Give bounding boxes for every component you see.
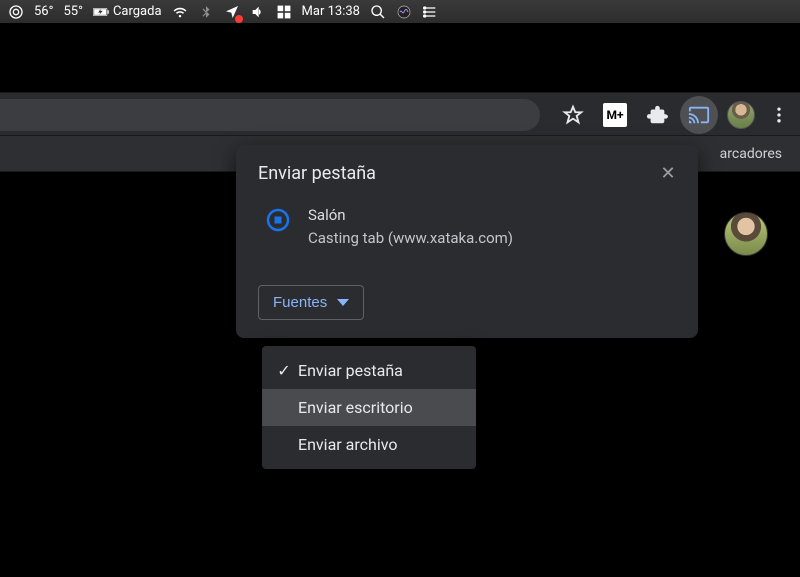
- page-profile-avatar[interactable]: [724, 212, 768, 256]
- wifi-icon[interactable]: [172, 4, 188, 20]
- close-button[interactable]: ✕: [656, 163, 680, 184]
- browser-toolbar: M+: [0, 92, 800, 136]
- stop-casting-icon: [266, 208, 290, 232]
- location-icon[interactable]: [224, 4, 240, 20]
- bookmark-star-button[interactable]: [554, 96, 592, 134]
- chrome-menu-button[interactable]: [764, 96, 794, 134]
- check-icon: ✓: [276, 361, 292, 380]
- battery-charging-icon: [93, 4, 109, 20]
- chevron-down-icon: [337, 299, 349, 306]
- cast-device-name: Salón: [308, 204, 513, 227]
- movistar-extension-button[interactable]: M+: [596, 96, 634, 134]
- volume-icon[interactable]: [250, 4, 266, 20]
- cast-popup-title: Enviar pestaña: [258, 163, 376, 184]
- menu-item-label: Enviar archivo: [298, 435, 397, 454]
- bookmarks-label-partial[interactable]: arcadores: [720, 146, 782, 162]
- cast-popup: Enviar pestaña ✕ Salón Casting tab (www.…: [236, 145, 698, 338]
- profile-avatar-button[interactable]: [722, 96, 760, 134]
- cast-button[interactable]: [680, 96, 718, 134]
- cast-device-row[interactable]: Salón Casting tab (www.xataka.com): [236, 198, 698, 263]
- avatar-icon: [727, 101, 755, 129]
- close-icon: ✕: [660, 163, 675, 184]
- bluetooth-icon[interactable]: [198, 4, 214, 20]
- spotlight-search-icon[interactable]: [370, 4, 386, 20]
- control-center-icon[interactable]: [422, 4, 438, 20]
- mplus-icon: M+: [603, 103, 627, 127]
- menu-item-label: Enviar pestaña: [298, 361, 403, 380]
- menu-item-label: Enviar escritorio: [298, 398, 413, 417]
- menu-item-cast-file[interactable]: Enviar archivo: [262, 426, 476, 463]
- battery-label: Cargada: [113, 4, 162, 19]
- weather-temp-2[interactable]: 55°: [63, 4, 82, 19]
- menu-item-cast-desktop[interactable]: Enviar escritorio: [262, 389, 476, 426]
- creative-cloud-icon[interactable]: [8, 4, 24, 20]
- sources-dropdown-button[interactable]: Fuentes: [258, 285, 364, 320]
- address-bar[interactable]: [0, 99, 540, 131]
- grid-app-icon[interactable]: [276, 4, 292, 20]
- menubar-clock[interactable]: Mar 13:38: [302, 4, 360, 19]
- menu-item-cast-tab[interactable]: ✓ Enviar pestaña: [262, 352, 476, 389]
- siri-icon[interactable]: [396, 4, 412, 20]
- extensions-button[interactable]: [638, 96, 676, 134]
- weather-temp-1[interactable]: 56°: [34, 4, 53, 19]
- sources-label: Fuentes: [273, 294, 327, 311]
- sources-menu: ✓ Enviar pestaña Enviar escritorio Envia…: [262, 346, 476, 469]
- battery-status[interactable]: Cargada: [93, 4, 162, 20]
- cast-device-status: Casting tab (www.xataka.com): [308, 227, 513, 250]
- macos-menubar: 56° 55° Cargada Mar 13:38: [0, 0, 800, 24]
